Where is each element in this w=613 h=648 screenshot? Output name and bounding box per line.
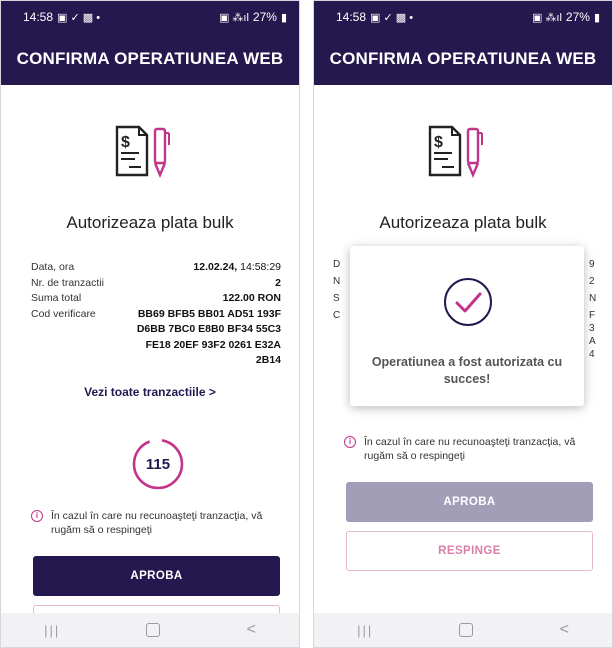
detail-label: Suma total (31, 292, 82, 304)
obscured-fragment: D (333, 259, 341, 270)
app-bar-title: CONFIRMA OPERATIUNEA WEB (314, 33, 612, 85)
status-bar: 14:58 ▣ ✓ ▩ • ▣ ⁂ıl 27% ▮ (314, 1, 612, 33)
code-line: BB69 BFB5 BB01 AD51 193F (137, 307, 281, 320)
detail-label: Cod verificare (31, 307, 96, 320)
info-icon: i (344, 436, 356, 448)
detail-row-date: Data, ora 12.02.24, 14:58:29 (31, 260, 281, 276)
detail-row-code: Cod verificare BB69 BFB5 BB01 AD51 193F … (31, 307, 281, 369)
approve-button[interactable]: APROBA (33, 556, 280, 596)
recents-icon[interactable]: ||| (357, 623, 373, 638)
detail-value: 12.02.24, 14:58:29 (193, 260, 281, 276)
warning-text: În cazul în care nu recunoaşteţi tranzac… (51, 510, 263, 536)
app-bar-title: CONFIRMA OPERATIUNEA WEB (1, 33, 299, 85)
date-value: 12.02.24, (193, 261, 238, 273)
link-label: Vezi toate tranzactiile (84, 385, 206, 399)
obscured-fragment: F (589, 310, 596, 321)
signal-icon: ▣ ⁂ıl (218, 11, 249, 24)
timer-countdown: 115 (145, 455, 171, 473)
checkmark-circle-icon (444, 278, 492, 326)
obscured-fragment: 2 (589, 276, 595, 287)
page-heading: Autorizeaza plata bulk (379, 213, 547, 232)
chevron-right-icon: > (208, 385, 216, 399)
battery-percent: 27% (252, 10, 277, 24)
verification-code: BB69 BFB5 BB01 AD51 193F D6BB 7BC0 E8B0 … (131, 307, 281, 369)
document-dollar-icon: $ (428, 125, 483, 179)
code-line: D6BB 7BC0 E8B0 BF34 55C3 (136, 323, 281, 335)
reject-button[interactable]: RESPINGE (346, 531, 593, 571)
detail-row-count: Nr. de tranzactii 2 (31, 276, 281, 292)
detail-label: Nr. de tranzactii (31, 276, 104, 289)
code-line: 2B14 (255, 354, 281, 366)
battery-icon: ▮ (593, 11, 600, 24)
status-right: ▣ ⁂ıl 27% ▮ (532, 10, 600, 24)
obscured-fragment: 3 (589, 323, 595, 334)
status-bar: 14:58 ▣ ✓ ▩ • ▣ ⁂ıl 27% ▮ (1, 1, 299, 33)
home-icon[interactable] (459, 623, 474, 637)
notification-icon: ▣ ✓ ▩ • (57, 11, 101, 24)
view-all-transactions-link[interactable]: Vezi toate tranzactiile > (1, 385, 299, 399)
transaction-details: Data, ora 12.02.24, 14:58:29 Nr. de tran… (31, 260, 281, 369)
status-right: ▣ ⁂ıl 27% ▮ (219, 10, 287, 24)
pen-icon (153, 127, 170, 179)
status-left: 14:58 ▣ ✓ ▩ • (336, 10, 413, 24)
warning-text: În cazul în care nu recunoaşteţi tranzac… (364, 436, 576, 462)
phone-screen-left: 14:58 ▣ ✓ ▩ • ▣ ⁂ıl 27% ▮ CONFIRMA OPERA… (0, 0, 300, 648)
obscured-fragment: S (333, 293, 340, 304)
phone-screen-right: 14:58 ▣ ✓ ▩ • ▣ ⁂ıl 27% ▮ CONFIRMA OPERA… (313, 0, 613, 648)
obscured-fragment: C (333, 310, 341, 321)
svg-text:$: $ (434, 134, 443, 151)
back-icon[interactable]: < (560, 621, 569, 639)
battery-percent: 27% (565, 10, 590, 24)
status-left: 14:58 ▣ ✓ ▩ • (23, 10, 100, 24)
document-dollar-icon: $ (115, 125, 170, 179)
time-value: 14:58:29 (240, 261, 281, 273)
home-icon[interactable] (146, 623, 161, 637)
obscured-fragment: N (589, 293, 597, 304)
warning-notice: i În cazul în care nu recunoaşteţi tranz… (31, 509, 281, 537)
obscured-fragment: A (589, 336, 596, 347)
battery-icon: ▮ (280, 11, 287, 24)
page-heading: Autorizeaza plata bulk (66, 213, 234, 232)
approve-button[interactable]: APROBA (346, 482, 593, 522)
notification-icon: ▣ ✓ ▩ • (370, 11, 414, 24)
warning-notice: i În cazul în care nu recunoaşteţi tranz… (344, 435, 594, 463)
info-icon: i (31, 510, 43, 522)
back-icon[interactable]: < (247, 621, 256, 639)
obscured-fragment: 4 (589, 349, 595, 360)
success-message: Operatiunea a fost autorizata cu succes! (371, 355, 563, 386)
svg-text:$: $ (121, 134, 130, 151)
system-nav-bar: ||| < (314, 613, 612, 647)
detail-value: 122.00 RON (222, 292, 281, 304)
code-line: FE18 20EF 93F2 0261 E32A (145, 338, 281, 351)
recents-icon[interactable]: ||| (44, 623, 60, 638)
detail-row-total: Suma total 122.00 RON (31, 291, 281, 307)
obscured-fragment: N (333, 276, 341, 287)
status-time: 14:58 (23, 10, 54, 24)
system-nav-bar: ||| < (1, 613, 299, 647)
pen-icon (466, 127, 483, 179)
detail-label: Data, ora (31, 261, 75, 273)
status-time: 14:58 (336, 10, 367, 24)
detail-value: 2 (275, 276, 281, 289)
success-dialog: Operatiunea a fost autorizata cu succes! (350, 246, 584, 406)
signal-icon: ▣ ⁂ıl (531, 11, 562, 24)
obscured-fragment: 9 (589, 259, 595, 270)
